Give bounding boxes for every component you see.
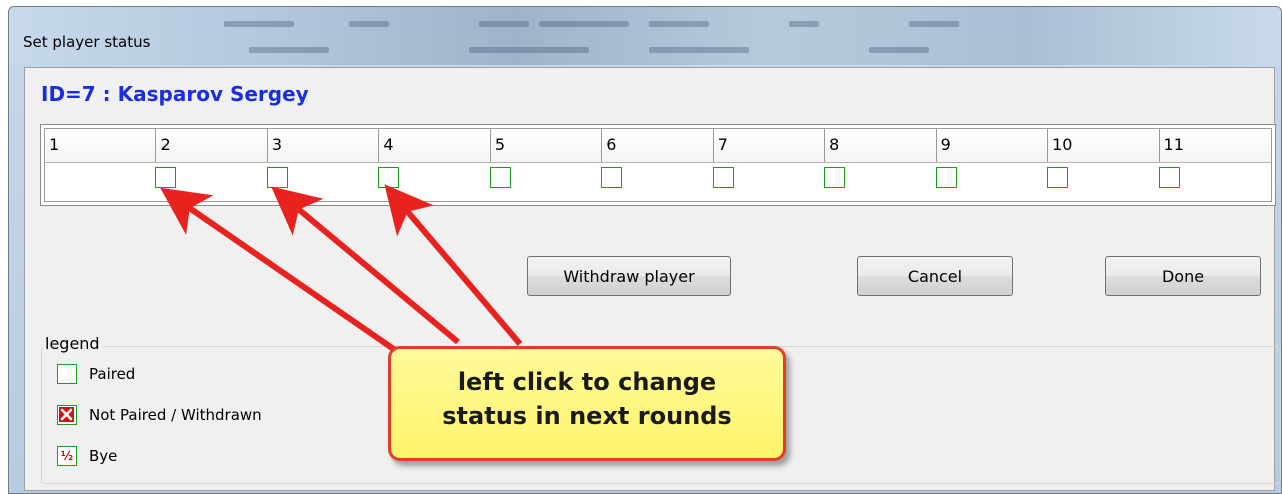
round-header-6: 6	[602, 129, 714, 162]
round-cell-7	[712, 163, 825, 197]
legend-item-bye: ½ Bye	[57, 444, 117, 468]
round-cell-4	[378, 163, 490, 197]
round-cell-2	[155, 163, 267, 197]
round-cell-11	[1158, 163, 1271, 197]
title-bar[interactable]: Set player status	[9, 7, 1281, 65]
round-status-checkbox[interactable]	[601, 167, 623, 188]
round-header-7: 7	[714, 129, 826, 162]
callout-line-2: status in next rounds	[442, 402, 732, 430]
round-header-5: 5	[491, 129, 603, 162]
round-header-2: 2	[156, 129, 268, 162]
legend-label: Paired	[89, 365, 136, 383]
callout-line-1: left click to change	[457, 368, 717, 396]
round-cell-5	[489, 163, 602, 197]
round-cell-8	[824, 163, 936, 197]
rounds-status-row	[45, 163, 1271, 197]
rounds-header-row: 1 2 3 4 5 6 7 8 9 10 11	[45, 129, 1271, 163]
player-heading: ID=7 : Kasparov Sergey	[41, 82, 309, 106]
round-cell-3	[266, 163, 379, 197]
round-status-checkbox[interactable]	[489, 167, 511, 188]
red-x-icon	[57, 405, 77, 425]
legend-item-paired: Paired	[57, 362, 135, 386]
legend-title: legend	[43, 334, 102, 353]
round-status-checkbox[interactable]	[155, 167, 177, 188]
done-button[interactable]: Done	[1105, 256, 1261, 296]
round-status-checkbox[interactable]	[1047, 167, 1069, 188]
rounds-grid: 1 2 3 4 5 6 7 8 9 10 11	[40, 124, 1276, 206]
round-header-1: 1	[45, 129, 157, 162]
tip-callout: left click to change status in next roun…	[388, 346, 786, 461]
round-header-8: 8	[825, 129, 937, 162]
round-header-10: 10	[1048, 129, 1160, 162]
withdraw-player-button[interactable]: Withdraw player	[527, 256, 731, 296]
window-title: Set player status	[23, 33, 151, 51]
round-status-checkbox[interactable]	[824, 167, 846, 188]
round-status-checkbox[interactable]	[266, 167, 288, 188]
round-header-3: 3	[268, 129, 380, 162]
round-header-9: 9	[937, 129, 1049, 162]
round-cell-9	[935, 163, 1048, 197]
round-status-checkbox[interactable]	[378, 167, 400, 188]
round-status-checkbox[interactable]	[1158, 167, 1180, 188]
round-cell-6	[601, 163, 713, 197]
round-header-11: 11	[1163, 135, 1184, 154]
round-cell-1	[45, 163, 156, 197]
round-status-checkbox[interactable]	[712, 167, 734, 188]
round-header-4: 4	[379, 129, 491, 162]
legend-item-not-paired: Not Paired / Withdrawn	[57, 403, 262, 427]
cancel-button[interactable]: Cancel	[857, 256, 1013, 296]
half-point-icon: ½	[57, 446, 77, 466]
round-status-checkbox[interactable]	[935, 167, 957, 188]
legend-label: Bye	[89, 447, 118, 465]
legend-label: Not Paired / Withdrawn	[89, 406, 262, 424]
paired-box-icon	[57, 364, 77, 384]
round-cell-10	[1047, 163, 1159, 197]
